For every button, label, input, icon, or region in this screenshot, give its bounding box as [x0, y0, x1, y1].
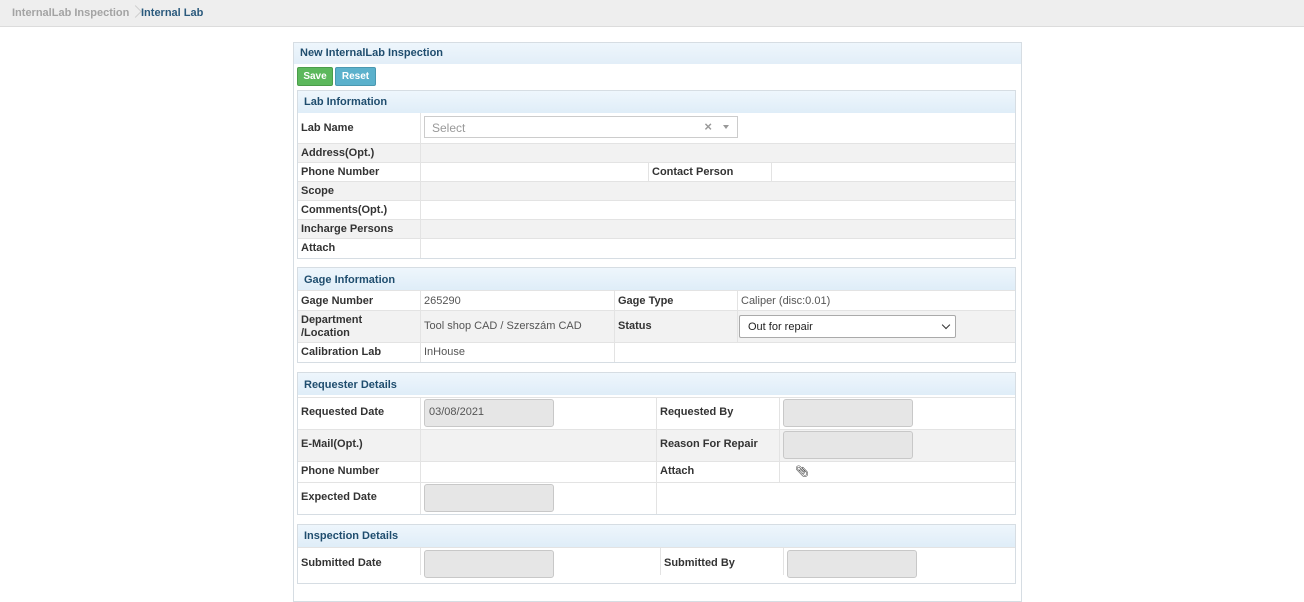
- form-title: New InternalLab Inspection: [300, 47, 444, 59]
- reset-button[interactable]: Reset: [335, 67, 376, 86]
- incharge-persons-label: Incharge Persons: [301, 223, 394, 235]
- calibration-lab-value: InHouse: [424, 346, 465, 358]
- breadcrumb-bar: InternalLab Inspection Internal Lab: [0, 0, 1304, 27]
- scope-label: Scope: [301, 185, 335, 197]
- gage-number-label: Gage Number: [301, 295, 374, 307]
- paperclip-icon[interactable]: 📎︎: [795, 465, 809, 478]
- column-divider: [614, 290, 615, 362]
- column-divider: [737, 290, 738, 342]
- row-shade: [298, 219, 1015, 238]
- requested-by-label: Requested By: [660, 406, 734, 418]
- expected-date-label: Expected Date: [301, 491, 377, 503]
- reason-for-repair-input[interactable]: [783, 431, 913, 459]
- reason-for-repair-label: Reason For Repair: [660, 438, 758, 450]
- requester-details-title: Requester Details: [304, 379, 397, 391]
- department-value: Tool shop CAD / Szerszám CAD: [424, 320, 582, 332]
- row-divider: [298, 219, 1015, 220]
- lab-name-label: Lab Name: [301, 122, 354, 134]
- column-divider: [771, 162, 772, 181]
- lab-name-select[interactable]: Select ×: [424, 116, 738, 138]
- breadcrumb-current: Internal Lab: [141, 7, 204, 19]
- requested-date-value: 03/08/2021: [429, 406, 485, 418]
- column-divider: [779, 397, 780, 482]
- row-divider: [298, 310, 1015, 311]
- contact-person-label: Contact Person: [652, 166, 734, 178]
- requester-details-header: [298, 373, 1015, 395]
- requested-by-input[interactable]: [783, 399, 913, 427]
- status-select[interactable]: Out for repair: [739, 315, 956, 338]
- row-divider: [298, 342, 1015, 343]
- save-button[interactable]: Save: [297, 67, 333, 86]
- inspection-details-header: [298, 525, 1015, 547]
- column-divider: [660, 547, 661, 575]
- gage-type-label: Gage Type: [618, 295, 674, 307]
- comments-label: Comments(Opt.): [301, 204, 388, 216]
- department-label: Department: [301, 314, 363, 326]
- column-divider: [420, 290, 421, 362]
- attach-label: Attach: [301, 242, 336, 254]
- row-divider: [298, 290, 1015, 291]
- lab-name-placeholder: Select: [432, 121, 466, 135]
- row-divider: [298, 181, 1015, 182]
- phone-number-label: Phone Number: [301, 166, 380, 178]
- requester-attach-label: Attach: [660, 465, 695, 477]
- caret-down-icon[interactable]: [723, 125, 729, 129]
- column-divider: [420, 113, 421, 258]
- gage-information-title: Gage Information: [304, 274, 396, 286]
- chevron-down-icon: [941, 320, 951, 330]
- submitted-date-input[interactable]: [424, 550, 554, 578]
- address-label: Address(Opt.): [301, 147, 375, 159]
- row-shade: [298, 143, 1015, 162]
- lab-information-title: Lab Information: [304, 96, 388, 108]
- breadcrumb-parent[interactable]: InternalLab Inspection: [12, 7, 129, 19]
- breadcrumb-separator-icon: [131, 4, 137, 22]
- row-divider: [298, 200, 1015, 201]
- status-value: Out for repair: [748, 321, 813, 333]
- gage-number-value: 265290: [424, 295, 461, 307]
- submitted-by-input[interactable]: [787, 550, 917, 578]
- requested-date-label: Requested Date: [301, 406, 385, 418]
- gage-type-value: Caliper (disc:0.01): [741, 295, 831, 307]
- column-divider: [420, 547, 421, 575]
- column-divider: [783, 547, 784, 575]
- email-label: E-Mail(Opt.): [301, 438, 363, 450]
- row-divider: [298, 143, 1015, 144]
- submitted-by-label: Submitted By: [664, 557, 735, 569]
- column-divider: [648, 162, 649, 181]
- row-divider: [298, 238, 1015, 239]
- row-shade: [298, 181, 1015, 200]
- submitted-date-label: Submitted Date: [301, 557, 382, 569]
- column-divider: [656, 397, 657, 514]
- inspection-details-title: Inspection Details: [304, 530, 399, 542]
- row-divider: [298, 162, 1015, 163]
- expected-date-input[interactable]: [424, 484, 554, 512]
- location-label: /Location: [301, 327, 350, 339]
- row-divider: [298, 547, 1015, 548]
- requester-phone-label: Phone Number: [301, 465, 380, 477]
- lab-information-header: [298, 91, 1015, 113]
- gage-information-header: [298, 268, 1015, 290]
- clear-icon[interactable]: ×: [704, 119, 712, 134]
- column-divider: [420, 397, 421, 514]
- requested-date-input[interactable]: 03/08/2021: [424, 399, 554, 427]
- calibration-lab-label: Calibration Lab: [301, 346, 382, 358]
- status-label: Status: [618, 320, 652, 332]
